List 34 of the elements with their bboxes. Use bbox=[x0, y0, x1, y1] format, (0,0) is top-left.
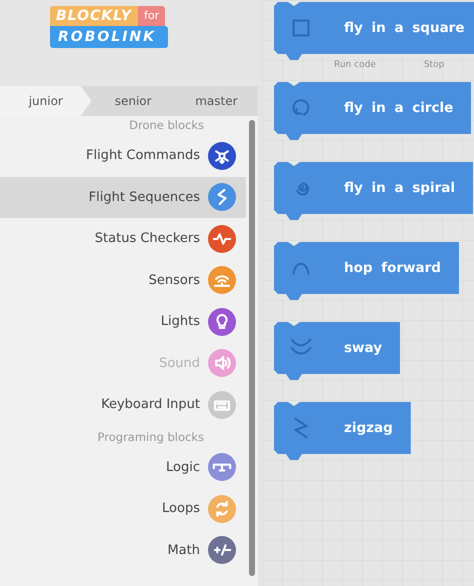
level-tab[interactable]: senior bbox=[92, 86, 175, 116]
category-item[interactable]: Loops bbox=[0, 488, 246, 530]
category-item[interactable]: Math bbox=[0, 530, 246, 571]
code-block[interactable]: fly in a square bbox=[274, 2, 474, 60]
scrollbar-thumb[interactable] bbox=[249, 120, 255, 576]
category-item[interactable]: Status Checkers bbox=[0, 218, 246, 260]
category-label: Math bbox=[167, 542, 200, 558]
category-label: Lights bbox=[160, 314, 200, 330]
category-item[interactable]: Flight Commands bbox=[0, 135, 246, 176]
category-label: Keyboard Input bbox=[101, 397, 200, 412]
category-item[interactable]: Lights bbox=[0, 301, 246, 342]
section-heading: Drone blocks bbox=[128, 117, 205, 134]
level-tab[interactable]: master bbox=[174, 86, 258, 116]
category-label: Status Checkers bbox=[94, 231, 200, 246]
code-block[interactable]: hop forward bbox=[274, 242, 459, 300]
category-label: Sensors bbox=[148, 272, 200, 288]
code-block[interactable]: sway bbox=[274, 322, 400, 380]
logo-text: ROBOLINK bbox=[50, 26, 168, 48]
category-label: Logic bbox=[166, 460, 200, 475]
category-item[interactable]: Logic bbox=[0, 446, 246, 488]
category-item[interactable]: Flight Sequences bbox=[0, 176, 246, 218]
category-label: Loops bbox=[162, 501, 200, 516]
logo-tag: for bbox=[138, 6, 166, 26]
category-label: Flight Commands bbox=[86, 148, 200, 164]
category-label: Sound bbox=[159, 356, 200, 371]
code-block[interactable]: fly in a spiral bbox=[274, 162, 473, 220]
level-tab[interactable]: junior bbox=[0, 86, 92, 116]
category-item[interactable]: Sensors bbox=[0, 260, 246, 301]
section-heading: Programing blocks bbox=[96, 428, 205, 446]
category-item[interactable]: Keyboard Input bbox=[0, 384, 246, 426]
category-label: Flight Sequences bbox=[88, 190, 200, 205]
logo-text: BLOCKLY bbox=[50, 6, 138, 26]
code-block[interactable]: fly in a circle bbox=[274, 82, 472, 140]
code-block[interactable]: zigzag bbox=[274, 402, 411, 460]
